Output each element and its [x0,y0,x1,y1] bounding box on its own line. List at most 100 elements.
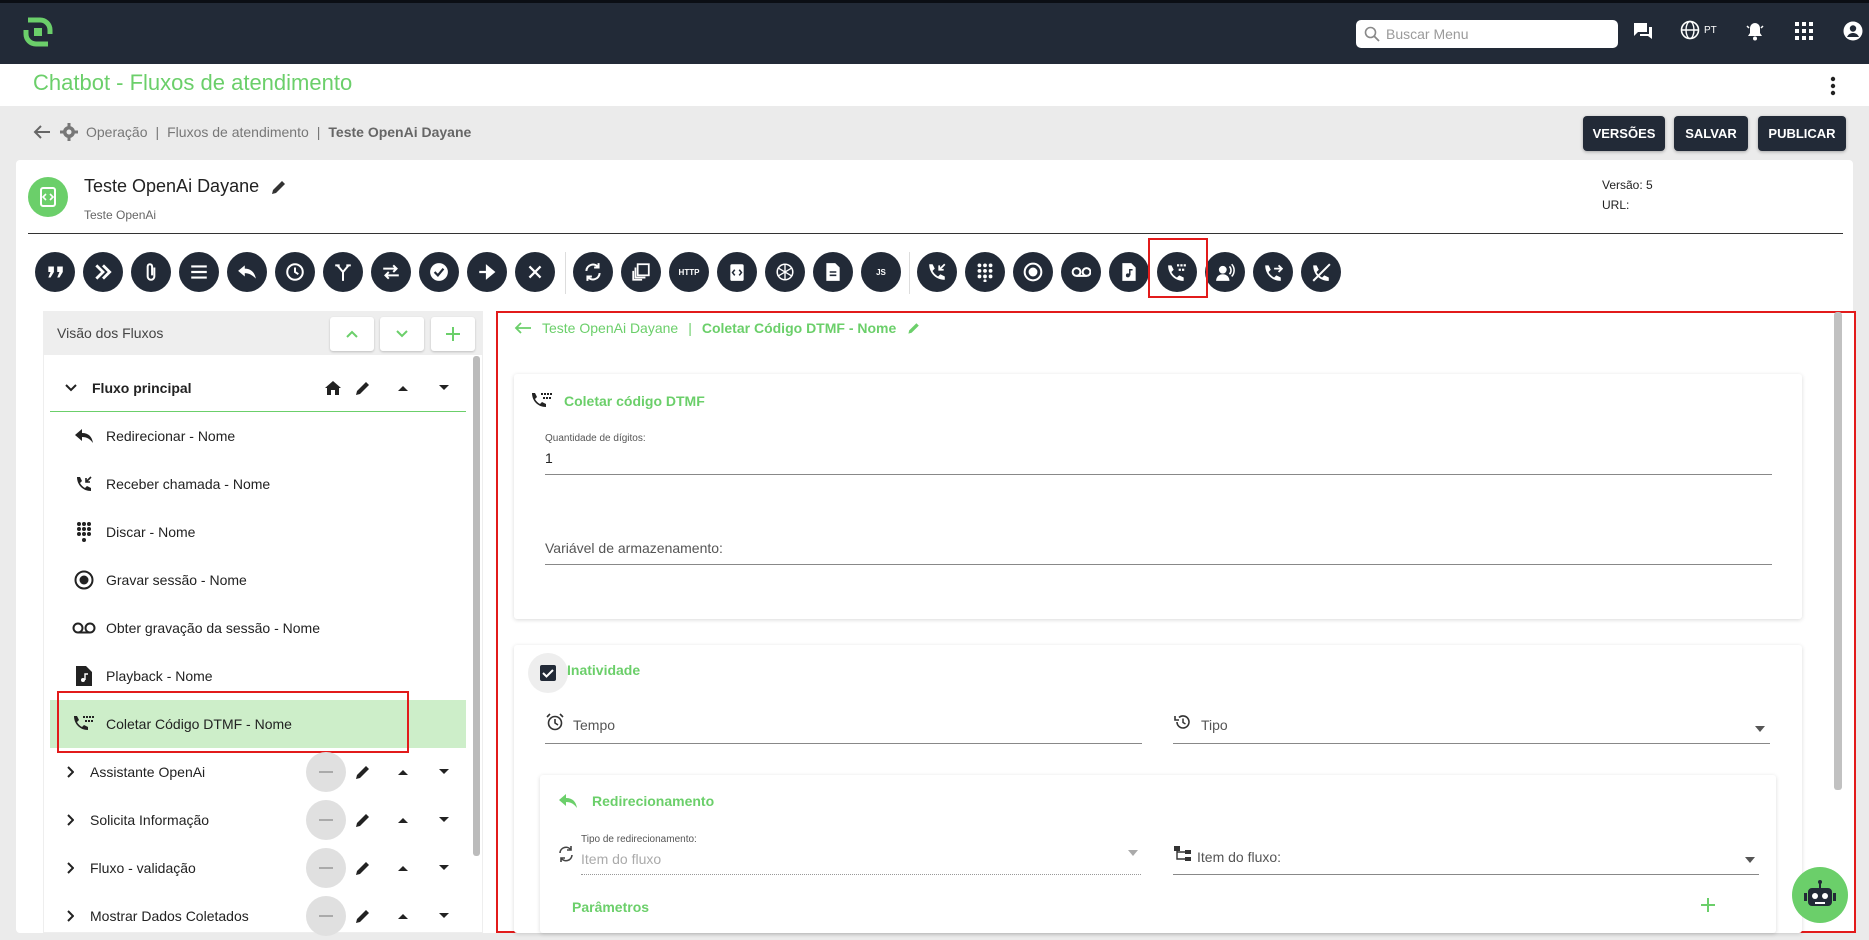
flow-item-select[interactable]: Item do fluxo: [1173,849,1759,875]
storage-variable-input[interactable]: Variável de armazenamento: [545,540,1772,565]
tool-check-button[interactable] [419,252,459,292]
tool-audio-file-button[interactable] [1109,252,1149,292]
chevron-right-icon[interactable] [66,766,74,778]
dropdown-arrow-icon[interactable] [1128,850,1138,856]
tool-hangup-button[interactable] [1301,252,1341,292]
dropdown-arrow-icon[interactable] [1755,726,1765,732]
bell-icon[interactable] [1742,18,1768,44]
caret-up-icon[interactable] [397,912,409,920]
set-home-button[interactable] [306,896,346,936]
tool-fork-button[interactable] [323,252,363,292]
set-home-button[interactable] [306,800,346,840]
search-input[interactable]: Buscar Menu [1356,20,1618,48]
tool-attachment-button[interactable] [131,252,171,292]
tool-quote-button[interactable] [35,252,75,292]
edit-pencil-icon[interactable] [269,177,289,197]
tree-item-dial[interactable]: Discar - Nome [50,508,466,556]
dtmf-card [514,374,1802,619]
tool-copy-button[interactable] [621,252,661,292]
caret-up-icon[interactable] [397,864,409,872]
chevron-right-icon[interactable] [66,862,74,874]
app-logo-icon[interactable] [20,14,56,50]
publish-button[interactable]: PUBLICAR [1758,116,1846,151]
edit-pencil-icon[interactable] [906,320,922,336]
tool-dialpad-button[interactable] [965,252,1005,292]
tool-close-button[interactable] [515,252,555,292]
back-arrow-icon[interactable] [32,122,52,142]
inactivity-checkbox[interactable] [528,653,568,693]
tree-item-redirect[interactable]: Redirecionar - Nome [50,412,466,460]
apps-grid-icon[interactable] [1791,18,1817,44]
tool-forward-call-button[interactable] [1253,252,1293,292]
tree-item-record[interactable]: Gravar sessão - Nome [50,556,466,604]
subflow-row[interactable]: Fluxo - validação [50,844,466,892]
tool-arrow-right-button[interactable] [467,252,507,292]
caret-down-icon[interactable] [438,384,450,392]
move-down-button[interactable] [380,317,424,351]
dropdown-arrow-icon[interactable] [1745,857,1755,863]
tool-http-button[interactable]: HTTP [669,252,709,292]
search-placeholder: Buscar Menu [1386,26,1469,42]
edit-pencil-icon[interactable] [353,762,373,782]
subflow-row[interactable]: Solicita Informação [50,796,466,844]
language-selector[interactable]: PT [1680,20,1717,40]
caret-up-icon[interactable] [397,768,409,776]
tool-openai-button[interactable] [765,252,805,292]
chat-icon[interactable] [1630,18,1656,44]
editor-breadcrumb-flow[interactable]: Teste OpenAi Dayane [542,320,678,336]
chevron-right-icon[interactable] [66,910,74,922]
time-input[interactable]: Tempo [545,717,1142,744]
tool-voicemail-button[interactable] [1061,252,1101,292]
type-select[interactable]: Tipo [1173,717,1770,744]
hangup-icon [1312,263,1331,282]
add-flow-button[interactable] [431,317,475,351]
tool-menu-button[interactable] [179,252,219,292]
add-parameter-icon[interactable] [1700,897,1716,913]
tool-sync-button[interactable] [573,252,613,292]
set-home-button[interactable] [306,752,346,792]
versions-button[interactable]: VERSÕES [1583,116,1665,151]
editor-scrollbar[interactable] [1834,312,1842,790]
edit-pencil-icon[interactable] [353,810,373,830]
caret-down-icon[interactable] [438,768,450,776]
chatbot-assistant-button[interactable] [1792,867,1848,923]
tool-js-button[interactable]: JS [861,252,901,292]
return-arrow-icon[interactable] [514,321,532,335]
caret-up-icon[interactable] [397,816,409,824]
digits-input[interactable]: 1 [545,450,1772,475]
more-options-icon[interactable] [1830,76,1836,101]
tool-incoming-call-button[interactable] [917,252,957,292]
dtmf-icon [532,393,552,407]
subflow-row[interactable]: Assistante OpenAi [50,748,466,796]
chevron-down-icon[interactable] [64,383,78,393]
chevron-right-icon[interactable] [66,814,74,826]
tree-item-incoming-call[interactable]: Receber chamada - Nome [50,460,466,508]
robot-icon [1804,880,1836,906]
main-flow-row[interactable]: Fluxo principal [50,364,466,412]
edit-pencil-icon[interactable] [353,858,373,878]
edit-pencil-icon[interactable] [353,906,373,926]
caret-up-icon[interactable] [397,384,409,392]
tool-document-button[interactable] [813,252,853,292]
tree-scrollbar[interactable] [473,356,480,856]
breadcrumb-fluxos[interactable]: Fluxos de atendimento [167,124,309,140]
breadcrumb-operacao[interactable]: Operação [86,124,147,140]
tool-clock-button[interactable] [275,252,315,292]
caret-down-icon[interactable] [438,912,450,920]
set-home-button[interactable] [306,848,346,888]
tool-record-button[interactable] [1013,252,1053,292]
tool-double-chevron-button[interactable] [83,252,123,292]
edit-pencil-icon[interactable] [353,378,373,398]
save-button[interactable]: SALVAR [1674,116,1748,151]
tool-attendant-button[interactable] [1205,252,1245,292]
tool-reply-button[interactable] [227,252,267,292]
tree-item-get-recording[interactable]: Obter gravação da sessão - Nome [50,604,466,652]
caret-down-icon[interactable] [438,816,450,824]
move-up-button[interactable] [330,317,374,351]
redirect-type-select[interactable]: Item do fluxo [581,851,1141,875]
home-icon[interactable] [323,378,343,398]
account-icon[interactable] [1840,18,1866,44]
tool-swap-button[interactable] [371,252,411,292]
caret-down-icon[interactable] [438,864,450,872]
tool-code-button[interactable] [717,252,757,292]
